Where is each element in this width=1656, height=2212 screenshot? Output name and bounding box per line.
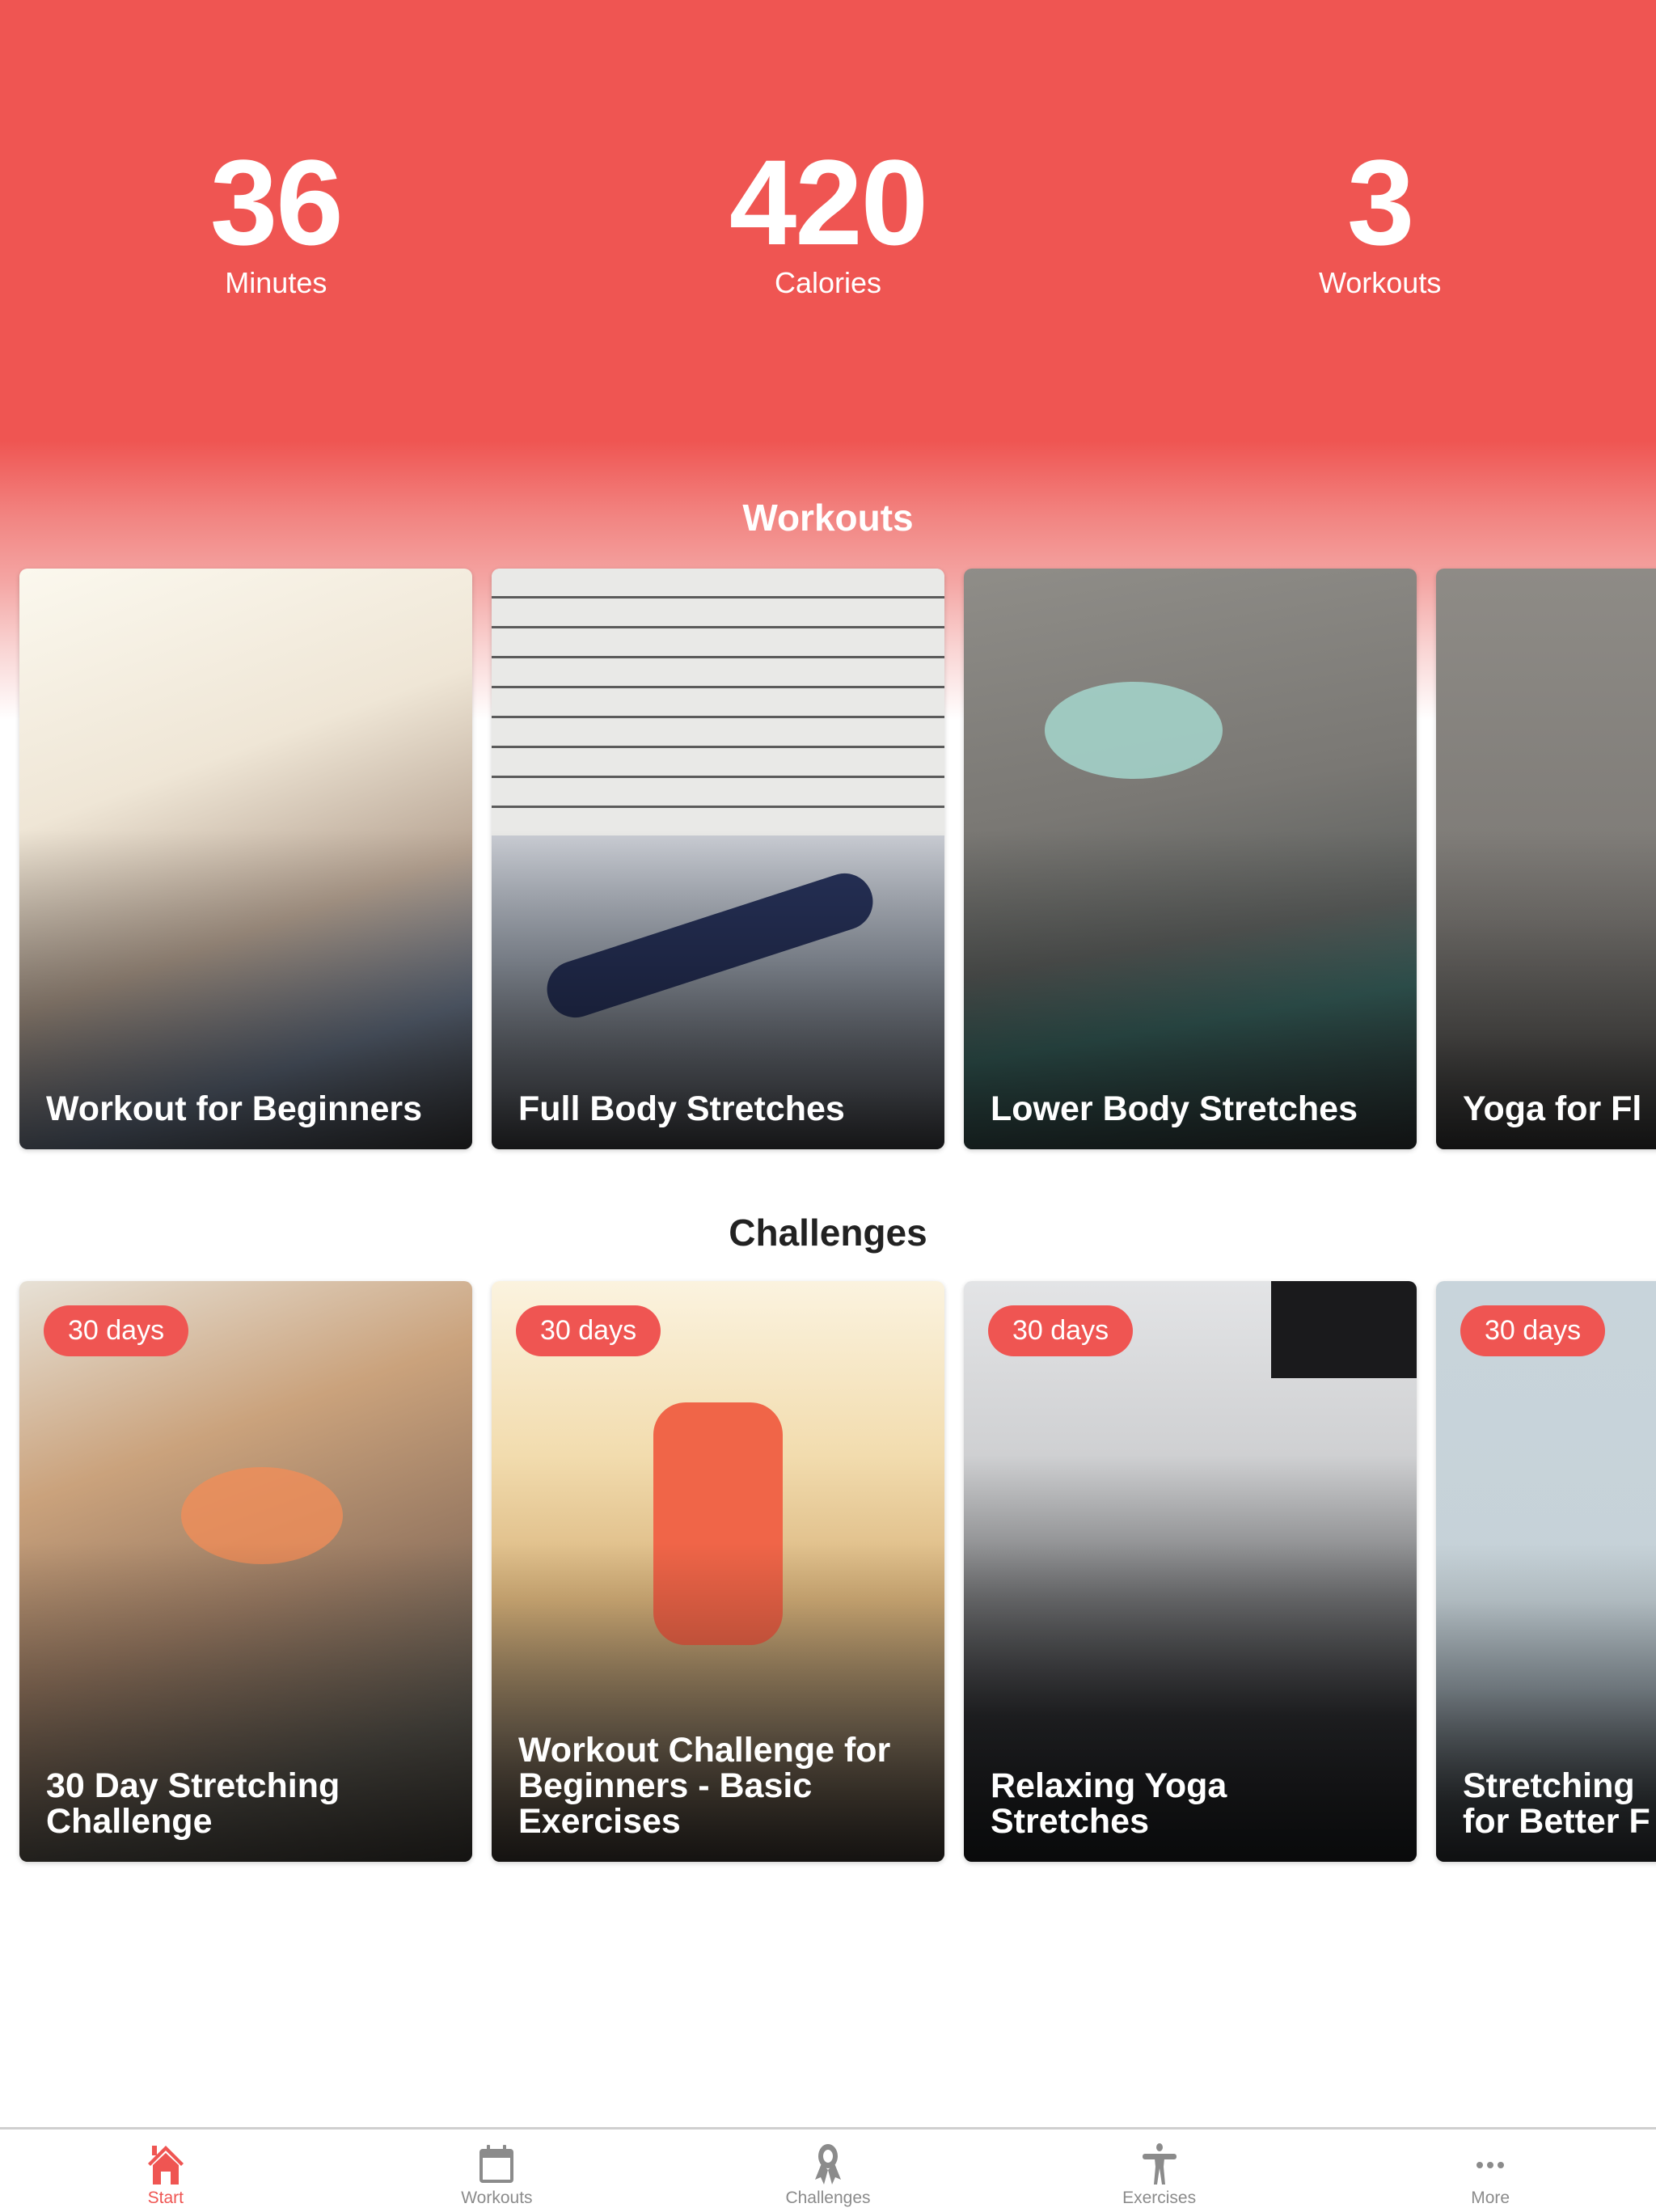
challenges-section-title: Challenges bbox=[729, 1212, 927, 1254]
workout-title: Full Body Stretches bbox=[518, 1089, 845, 1128]
award-ribbon-icon bbox=[814, 2144, 841, 2185]
stat-label: Workouts bbox=[1318, 266, 1442, 299]
workout-title: Workout for Beginners bbox=[46, 1089, 423, 1128]
stat-workouts: 3 Workouts bbox=[1104, 137, 1656, 301]
tab-start[interactable]: Start bbox=[0, 2130, 332, 2212]
tab-label: Exercises bbox=[1122, 2189, 1197, 2207]
workouts-section-title: Workouts bbox=[742, 497, 914, 539]
tab-exercises[interactable]: Exercises bbox=[994, 2130, 1325, 2212]
person-figure-icon bbox=[1142, 2143, 1177, 2185]
stat-calories: 420 Calories bbox=[552, 137, 1105, 301]
stat-value: 3 bbox=[1346, 134, 1414, 270]
tab-more[interactable]: More bbox=[1324, 2130, 1656, 2212]
challenges-carousel[interactable]: 30 days 30 Day Stretching Challenge 30 d… bbox=[19, 1281, 1656, 1862]
tab-label: More bbox=[1471, 2189, 1510, 2207]
stats-row: 36 Minutes 420 Calories 3 Workouts bbox=[0, 137, 1656, 301]
workout-card[interactable]: Full Body Stretches bbox=[492, 569, 944, 1149]
bottom-tab-bar: Start Workouts Challenges Exercises More bbox=[0, 2127, 1656, 2212]
calendar-icon bbox=[479, 2145, 514, 2183]
duration-badge: 30 days bbox=[44, 1305, 189, 1356]
workout-card[interactable]: Lower Body Stretches bbox=[964, 569, 1417, 1149]
challenge-card[interactable]: 30 days Workout Challenge for Beginners … bbox=[492, 1281, 944, 1862]
tab-label: Start bbox=[147, 2189, 184, 2207]
workout-title: Lower Body Stretches bbox=[991, 1089, 1358, 1128]
tab-challenges[interactable]: Challenges bbox=[662, 2130, 994, 2212]
challenge-card[interactable]: 30 days Stretching for Better F bbox=[1436, 1281, 1656, 1862]
workouts-carousel[interactable]: Workout for Beginners Full Body Stretche… bbox=[19, 569, 1656, 1149]
challenge-title: Relaxing Yoga Stretches bbox=[991, 1766, 1227, 1841]
tab-workouts[interactable]: Workouts bbox=[332, 2130, 663, 2212]
challenge-title: Stretching for Better F bbox=[1463, 1766, 1650, 1841]
tab-label: Workouts bbox=[461, 2189, 533, 2207]
stat-label: Minutes bbox=[225, 266, 327, 299]
challenge-title: 30 Day Stretching Challenge bbox=[46, 1766, 340, 1841]
more-dots-icon bbox=[1476, 2162, 1505, 2168]
home-icon bbox=[147, 2146, 184, 2185]
stat-value: 420 bbox=[729, 134, 928, 270]
challenge-title: Workout Challenge for Beginners - Basic … bbox=[518, 1731, 891, 1841]
challenge-card[interactable]: 30 days Relaxing Yoga Stretches bbox=[964, 1281, 1417, 1862]
workout-card[interactable]: Yoga for Fl bbox=[1436, 569, 1656, 1149]
workout-title: Yoga for Fl bbox=[1463, 1089, 1642, 1128]
stat-value: 36 bbox=[209, 134, 344, 270]
duration-badge: 30 days bbox=[516, 1305, 661, 1356]
tab-label: Challenges bbox=[785, 2189, 871, 2207]
workout-card[interactable]: Workout for Beginners bbox=[19, 569, 472, 1149]
duration-badge: 30 days bbox=[1460, 1305, 1606, 1356]
challenge-card[interactable]: 30 days 30 Day Stretching Challenge bbox=[19, 1281, 472, 1862]
duration-badge: 30 days bbox=[988, 1305, 1134, 1356]
stat-minutes: 36 Minutes bbox=[0, 137, 552, 301]
stat-label: Calories bbox=[774, 266, 881, 299]
